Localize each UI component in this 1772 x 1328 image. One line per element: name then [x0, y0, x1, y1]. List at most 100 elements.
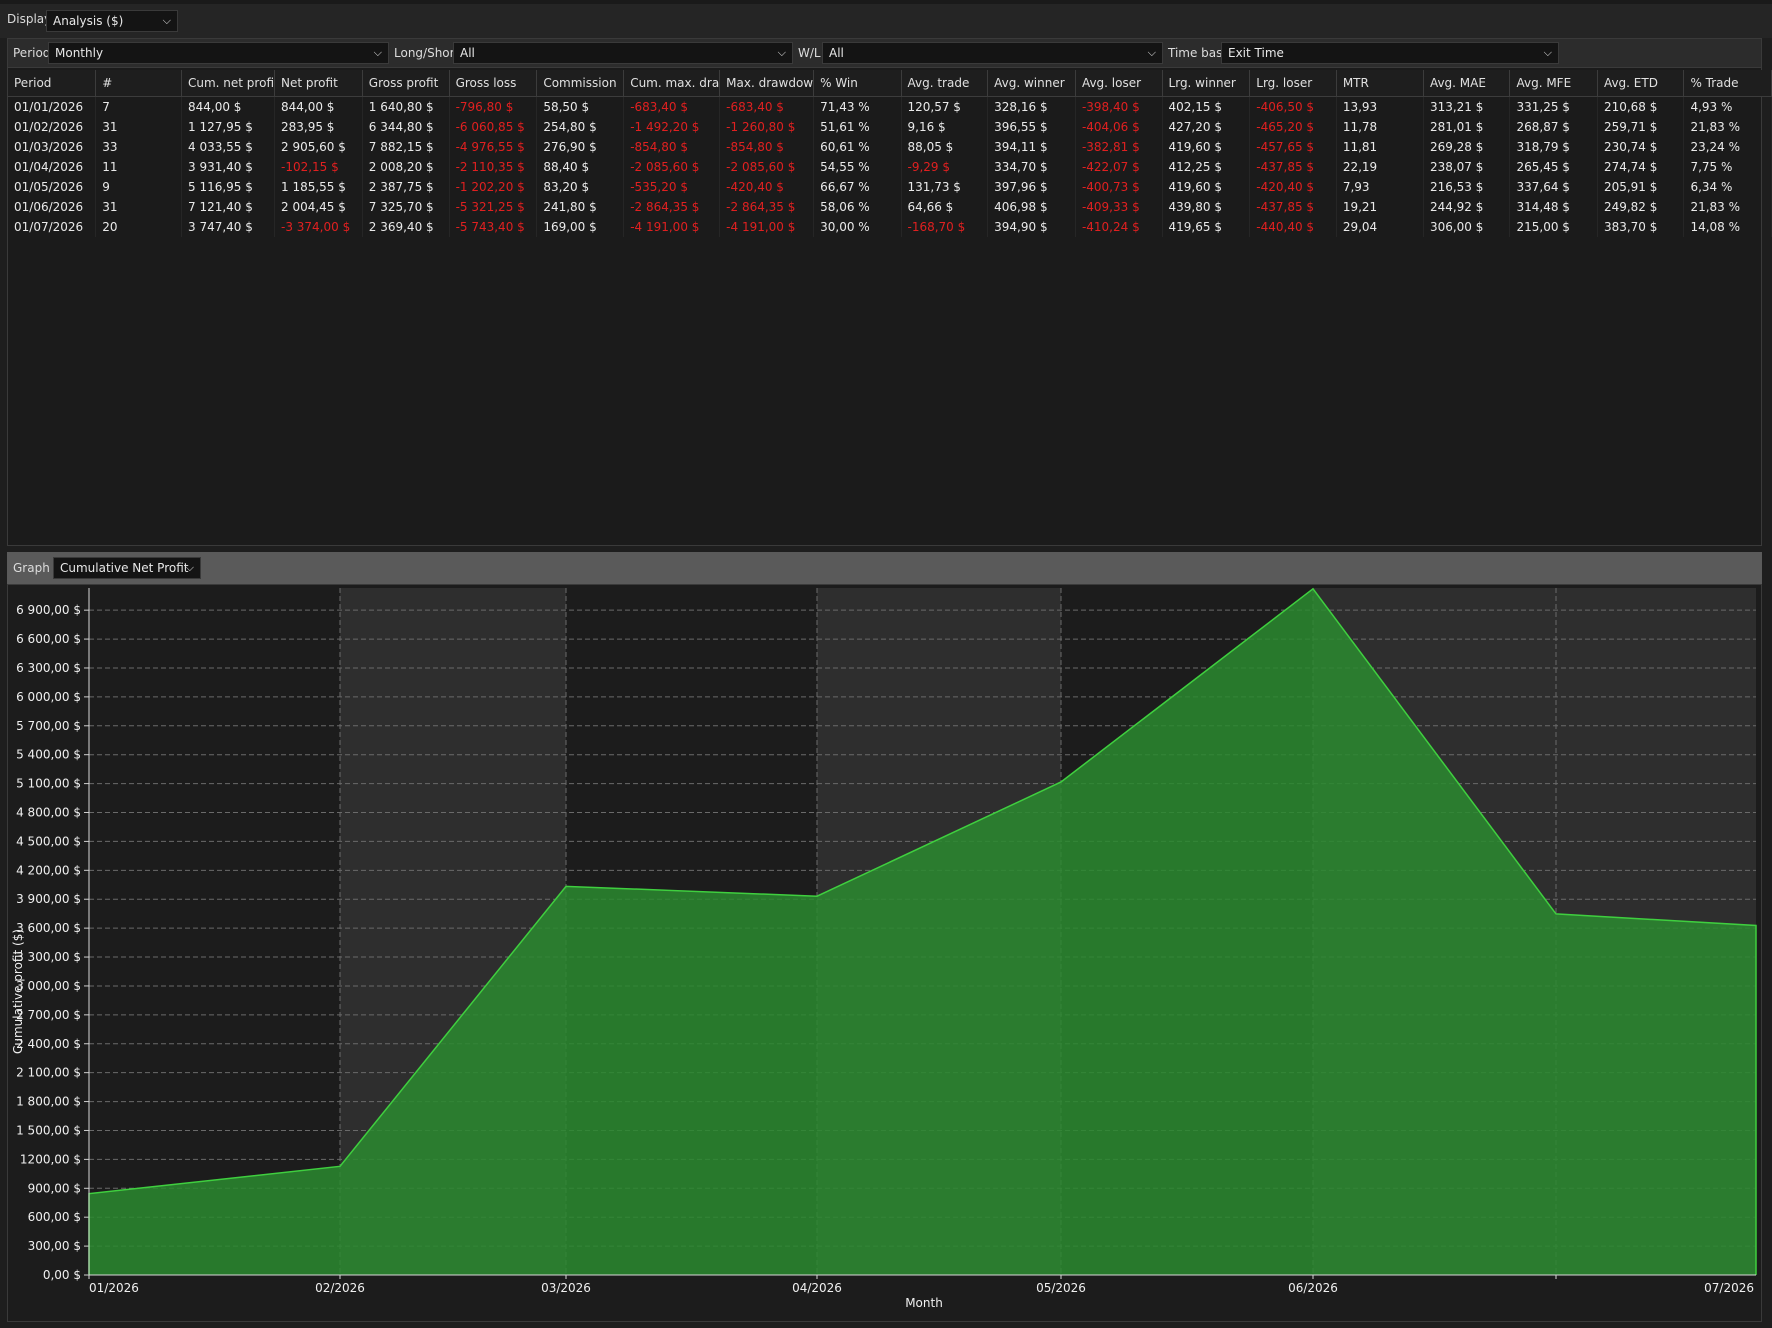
table-cell: 331,25 $: [1509, 96, 1598, 117]
table-cell: -406,50 $: [1249, 96, 1337, 117]
table-cell: 19,21: [1336, 197, 1424, 217]
table-row[interactable]: 01/06/2026 31 7 121,40 $2 004,45 $7 325,70…: [8, 197, 1772, 217]
table-row[interactable]: 01/07/2026 20 3 747,40 $ -3 374,00 $2 369,4…: [8, 217, 1772, 237]
table-cell: 11,78: [1336, 117, 1424, 137]
y-tick-label: 2 700,00 $: [16, 1008, 81, 1022]
graph-bar: Graph Cumulative Net Profit ⌵: [7, 552, 1762, 584]
column-header[interactable]: Period: [8, 70, 97, 97]
table-cell: 66,67 %: [813, 177, 902, 197]
column-header[interactable]: Max. drawdow: [719, 70, 815, 97]
table-cell: -409,33 $: [1075, 197, 1163, 217]
table-cell: 844,00 $: [274, 96, 363, 117]
y-tick-label: 6 000,00 $: [16, 690, 81, 704]
table-cell: 131,73 $: [901, 177, 989, 197]
table-cell: -1 492,20 $: [623, 117, 721, 137]
column-header[interactable]: % Win: [813, 70, 902, 97]
long-short-value: All: [460, 46, 475, 60]
table-row[interactable]: 01/04/2026 11 3 931,40 $ -102,15 $2 008,20 …: [8, 157, 1772, 177]
column-header[interactable]: Avg. trade: [901, 70, 989, 97]
table-cell: 249,82 $: [1597, 197, 1685, 217]
table-cell: 215,00 $: [1509, 217, 1598, 237]
chevron-down-icon: ⌵: [777, 46, 786, 59]
table-cell: 2 369,40 $: [362, 217, 450, 237]
graph-area: 0,00 $ 300,00 $ 600,00 $ 900,00 $ 1200,00 $ 1…: [7, 584, 1762, 1322]
column-header[interactable]: Net profit: [274, 70, 363, 97]
table-cell: 265,45 $: [1509, 157, 1598, 177]
long-short-dropdown[interactable]: All ⌵: [453, 42, 793, 64]
table-cell: 412,25 $: [1162, 157, 1251, 177]
table-row[interactable]: 01/01/2026 7 844,00 $844,00 $1 640,80 $ -79…: [8, 96, 1772, 117]
table-cell: -168,70 $: [901, 217, 989, 237]
x-tick-label: 04/2026: [792, 1281, 842, 1295]
table-cell: 3 747,40 $: [181, 217, 275, 237]
y-tick-label: 1 500,00 $: [16, 1123, 81, 1137]
table-cell: 11: [95, 157, 182, 177]
y-tick-label: 6 600,00 $: [16, 632, 81, 646]
table-cell: 274,74 $: [1597, 157, 1685, 177]
table-cell: 276,90 $: [536, 137, 625, 157]
column-header[interactable]: Cum. max. dra: [623, 70, 721, 97]
table-cell: 30,00 %: [813, 217, 902, 237]
table-cell: 31: [95, 117, 182, 137]
wl-dropdown[interactable]: All ⌵: [822, 42, 1163, 64]
column-header[interactable]: Lrg. winner: [1162, 70, 1251, 97]
column-header[interactable]: Avg. winner: [987, 70, 1076, 97]
table-cell: 01/07/2026: [8, 217, 97, 237]
table-row[interactable]: 01/03/2026 33 4 033,55 $2 905,60 $7 882,15…: [8, 137, 1772, 157]
table-cell: 383,70 $: [1597, 217, 1685, 237]
table-cell: 337,64 $: [1509, 177, 1598, 197]
table-cell: 7,93: [1336, 177, 1424, 197]
column-header[interactable]: Commission: [536, 70, 625, 97]
table-cell: 54,55 %: [813, 157, 902, 177]
table-cell: 2 008,20 $: [362, 157, 450, 177]
column-header[interactable]: Avg. loser: [1075, 70, 1163, 97]
table-cell: 419,60 $: [1162, 137, 1251, 157]
table-cell: 313,21 $: [1423, 96, 1511, 117]
table-cell: 314,48 $: [1509, 197, 1598, 217]
table-cell: 427,20 $: [1162, 117, 1251, 137]
column-header[interactable]: Gross loss: [449, 70, 538, 97]
time-base-dropdown[interactable]: Exit Time ⌵: [1221, 42, 1559, 64]
column-header[interactable]: Avg. MAE: [1423, 70, 1511, 97]
graph-type-dropdown[interactable]: Cumulative Net Profit ⌵: [53, 557, 201, 579]
x-axis-title: Month: [905, 1296, 943, 1310]
table-row[interactable]: 01/02/2026 31 1 127,95 $283,95 $6 344,80 $…: [8, 117, 1772, 137]
table-cell: 01/02/2026: [8, 117, 97, 137]
table-cell: 11,81: [1336, 137, 1424, 157]
column-header[interactable]: Cum. net profi: [181, 70, 275, 97]
table-row[interactable]: 01/05/2026 9 5 116,95 $1 185,55 $2 387,75 …: [8, 177, 1772, 197]
column-header[interactable]: Gross profit: [362, 70, 450, 97]
table-cell: 268,87 $: [1509, 117, 1598, 137]
period-dropdown[interactable]: Monthly ⌵: [48, 42, 389, 64]
y-tick-label: 6 300,00 $: [16, 661, 81, 675]
table-cell: 281,01 $: [1423, 117, 1511, 137]
x-tick-label: 06/2026: [1288, 1281, 1338, 1295]
table-cell: 33: [95, 137, 182, 157]
table-cell: 439,80 $: [1162, 197, 1251, 217]
y-tick-label: 2 100,00 $: [16, 1066, 81, 1080]
column-header[interactable]: MTR: [1336, 70, 1424, 97]
table-cell: 318,79 $: [1509, 137, 1598, 157]
table-cell: -854,80 $: [623, 137, 721, 157]
table-cell: -1 202,20 $: [449, 177, 538, 197]
column-header[interactable]: Lrg. loser: [1249, 70, 1337, 97]
table-cell: 4 033,55 $: [181, 137, 275, 157]
column-header[interactable]: Avg. ETD: [1597, 70, 1685, 97]
y-tick-label: 3 300,00 $: [16, 950, 81, 964]
column-header[interactable]: Avg. MFE: [1509, 70, 1598, 97]
y-tick-label: 0,00 $: [43, 1268, 81, 1282]
display-dropdown[interactable]: Analysis ($) ⌵: [46, 10, 178, 32]
table-cell: 7 325,70 $: [362, 197, 450, 217]
table-cell: 31: [95, 197, 182, 217]
table-cell: -465,20 $: [1249, 117, 1337, 137]
table-cell: 402,15 $: [1162, 96, 1251, 117]
table-cell: 58,06 %: [813, 197, 902, 217]
table-cell: 244,92 $: [1423, 197, 1511, 217]
display-bar: Display Analysis ($) ⌵: [0, 0, 1772, 38]
table-cell: -437,85 $: [1249, 197, 1337, 217]
table-cell: 13,93: [1336, 96, 1424, 117]
table-cell: -535,20 $: [623, 177, 721, 197]
column-header[interactable]: #: [95, 70, 182, 97]
column-header[interactable]: % Trade: [1683, 70, 1772, 97]
wl-label: W/L: [798, 46, 821, 60]
